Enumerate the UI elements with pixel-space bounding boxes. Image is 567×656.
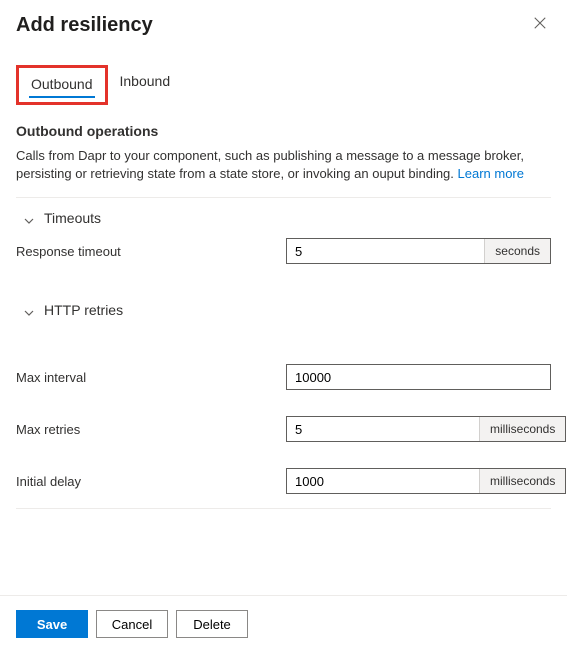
max-interval-label: Max interval	[16, 370, 286, 385]
max-retries-unit: milliseconds	[479, 417, 565, 441]
footer: Save Cancel Delete	[16, 596, 551, 656]
max-interval-row: Max interval	[16, 364, 551, 390]
response-timeout-row: Response timeout seconds	[16, 238, 551, 264]
max-interval-input[interactable]	[287, 365, 550, 389]
max-retries-input-wrap: milliseconds	[286, 416, 566, 442]
chevron-down-icon	[24, 305, 34, 315]
response-timeout-input-wrap: seconds	[286, 238, 551, 264]
tab-inbound[interactable]: Inbound	[108, 65, 183, 105]
max-retries-input[interactable]	[287, 417, 479, 441]
initial-delay-input-wrap: milliseconds	[286, 468, 566, 494]
learn-more-link[interactable]: Learn more	[458, 166, 524, 181]
save-button[interactable]: Save	[16, 610, 88, 638]
max-retries-label: Max retries	[16, 422, 286, 437]
section-description-text: Calls from Dapr to your component, such …	[16, 148, 524, 181]
panel-title: Add resiliency	[16, 14, 153, 37]
response-timeout-unit: seconds	[484, 239, 550, 263]
initial-delay-unit: milliseconds	[479, 469, 565, 493]
response-timeout-input[interactable]	[287, 239, 484, 263]
cancel-button[interactable]: Cancel	[96, 610, 168, 638]
max-interval-input-wrap	[286, 364, 551, 390]
tabs: Outbound Inbound	[16, 65, 551, 105]
initial-delay-row: Initial delay milliseconds	[16, 468, 551, 494]
section-description: Calls from Dapr to your component, such …	[16, 147, 551, 183]
section-title: Outbound operations	[16, 123, 551, 139]
tab-highlight: Outbound	[16, 65, 108, 105]
delete-button[interactable]: Delete	[176, 610, 248, 638]
chevron-down-icon	[24, 213, 34, 223]
http-retries-label: HTTP retries	[44, 302, 123, 318]
timeouts-header[interactable]: Timeouts	[16, 198, 551, 238]
close-icon	[533, 17, 547, 34]
panel-content: Outbound operations Calls from Dapr to y…	[16, 123, 551, 595]
response-timeout-label: Response timeout	[16, 244, 286, 259]
divider	[16, 508, 551, 509]
timeouts-label: Timeouts	[44, 210, 101, 226]
http-retries-header[interactable]: HTTP retries	[16, 290, 551, 330]
panel-header: Add resiliency	[16, 14, 551, 37]
max-retries-row: Max retries milliseconds	[16, 416, 551, 442]
close-button[interactable]	[529, 14, 551, 37]
tab-outbound[interactable]: Outbound	[19, 68, 105, 102]
initial-delay-input[interactable]	[287, 469, 479, 493]
initial-delay-label: Initial delay	[16, 474, 286, 489]
add-resiliency-panel: Add resiliency Outbound Inbound Outbound…	[0, 0, 567, 656]
